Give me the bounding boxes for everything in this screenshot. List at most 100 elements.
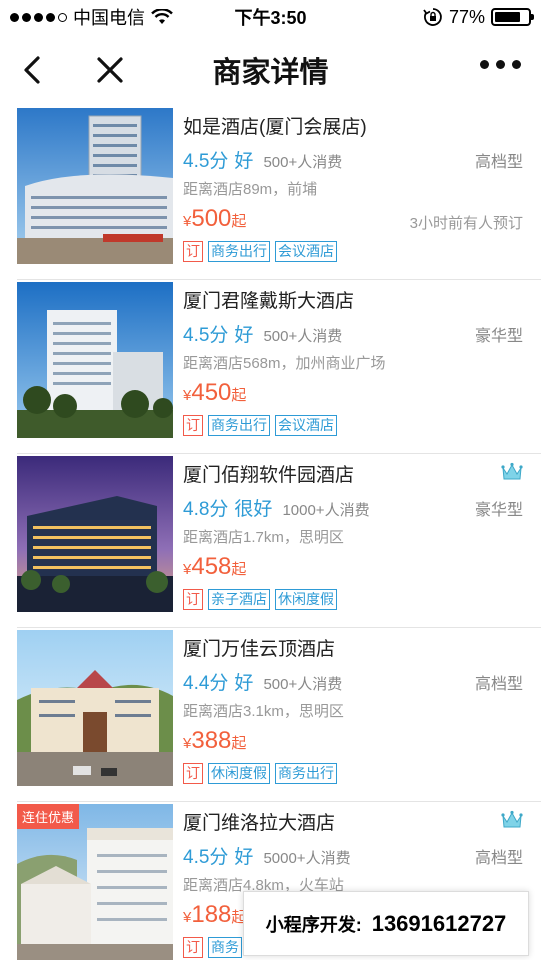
hotel-photo (17, 108, 173, 264)
developer-phone: 13691612727 (371, 910, 507, 936)
nav-bar: 商家详情 (0, 34, 541, 106)
hotel-list-item[interactable]: 厦门佰翔软件园酒店 4.8分 很好 1000+人消费 豪华型 距离酒店1.7km… (17, 454, 541, 628)
hotel-grade: 很好 (234, 499, 273, 520)
tag: 商务出行 (275, 763, 337, 784)
hotel-score: 4.8分 (183, 499, 229, 520)
hotel-price: ¥ 188 起 (183, 901, 246, 929)
hotel-name: 厦门万佳云顶酒店 (183, 639, 336, 660)
price-currency: ¥ (183, 213, 192, 230)
tag: 商务出行 (208, 415, 270, 436)
crown-icon (501, 462, 523, 480)
tag: 会议酒店 (275, 415, 337, 436)
recent-booking-note: 3小时前有人预订 (409, 215, 523, 232)
hotel-score: 4.4分 (183, 673, 229, 694)
more-dot-icon (496, 60, 505, 69)
hotel-tags: 订 商务出行 会议酒店 (183, 415, 337, 436)
hotel-name: 如是酒店(厦门会展店) (183, 117, 367, 138)
back-button[interactable] (14, 52, 50, 88)
hotel-price: ¥ 500 起 (183, 205, 246, 233)
close-icon (97, 57, 123, 83)
price-suffix: 起 (231, 213, 247, 230)
hotel-level: 豪华型 (474, 502, 523, 519)
price-currency: ¥ (183, 735, 192, 752)
more-dot-icon (480, 60, 489, 69)
signal-icon (10, 12, 67, 22)
price-currency: ¥ (183, 909, 192, 926)
hotel-score: 4.5分 (183, 151, 229, 172)
hotel-tags: 订 商务 (183, 937, 242, 958)
hotel-score: 4.5分 (183, 325, 229, 346)
tag-order: 订 (183, 589, 203, 610)
hotel-name: 厦门君隆戴斯大酒店 (183, 291, 355, 312)
battery-icon (491, 8, 534, 26)
hotel-level: 高档型 (474, 154, 523, 171)
hotel-level: 高档型 (474, 676, 523, 693)
hotel-photo (17, 630, 173, 786)
hotel-consumption: 500+人消费 (263, 676, 343, 693)
more-button[interactable] (480, 60, 521, 69)
hotel-distance: 距离酒店89m，前埔 (183, 181, 318, 198)
hotel-list-item[interactable]: 厦门君隆戴斯大酒店 4.5分 好 500+人消费 豪华型 距离酒店568m，加州… (17, 280, 541, 454)
tag: 商务 (208, 937, 242, 958)
hotel-price: ¥ 388 起 (183, 727, 246, 755)
developer-contact-box: 小程序开发: 13691612727 (243, 891, 529, 956)
hotel-photo (17, 282, 173, 438)
price-currency: ¥ (183, 561, 192, 578)
hotel-price: ¥ 458 起 (183, 553, 246, 581)
battery-percent: 77% (448, 6, 485, 27)
tag: 休闲度假 (208, 763, 270, 784)
carrier-label: 中国电信 (73, 8, 145, 28)
tag: 商务出行 (208, 241, 270, 262)
price-suffix: 起 (231, 735, 247, 752)
developer-label: 小程序开发: (265, 914, 362, 935)
tag: 亲子酒店 (208, 589, 270, 610)
tag: 会议酒店 (275, 241, 337, 262)
hotel-name: 厦门维洛拉大酒店 (183, 813, 336, 834)
hotel-list-item[interactable]: 如是酒店(厦门会展店) 4.5分 好 500+人消费 高档型 距离酒店89m，前… (17, 106, 541, 280)
status-bar: 中国电信 下午3:50 77% (0, 0, 541, 34)
rotation-lock-icon (423, 8, 442, 26)
hotel-grade: 好 (234, 847, 254, 868)
hotel-photo: 连住优惠 (17, 804, 173, 960)
hotel-consumption: 1000+人消费 (282, 502, 370, 519)
hotel-distance: 距离酒店1.7km，思明区 (183, 529, 344, 546)
tag-order: 订 (183, 937, 203, 958)
hotel-tags: 订 亲子酒店 休闲度假 (183, 589, 337, 610)
page-title: 商家详情 (212, 57, 329, 89)
hotel-grade: 好 (234, 325, 254, 346)
tag-order: 订 (183, 763, 203, 784)
hotel-distance: 距离酒店568m，加州商业广场 (183, 355, 386, 372)
hotel-consumption: 5000+人消费 (263, 850, 351, 867)
hotel-price: ¥ 450 起 (183, 379, 246, 407)
tag-order: 订 (183, 241, 203, 262)
wifi-icon (151, 9, 173, 24)
hotel-consumption: 500+人消费 (263, 154, 343, 171)
hotel-list: 如是酒店(厦门会展店) 4.5分 好 500+人消费 高档型 距离酒店89m，前… (0, 106, 541, 960)
crown-icon (501, 810, 523, 828)
more-dot-icon (512, 60, 521, 69)
price-value: 458 (191, 553, 232, 580)
price-value: 188 (191, 901, 232, 928)
hotel-grade: 好 (234, 673, 254, 694)
hotel-photo (17, 456, 173, 612)
price-suffix: 起 (231, 561, 247, 578)
hotel-name: 厦门佰翔软件园酒店 (183, 465, 355, 486)
hotel-list-item[interactable]: 厦门万佳云顶酒店 4.4分 好 500+人消费 高档型 距离酒店3.1km，思明… (17, 628, 541, 802)
hotel-score: 4.5分 (183, 847, 229, 868)
hotel-grade: 好 (234, 151, 254, 172)
hotel-consumption: 500+人消费 (263, 328, 343, 345)
price-value: 450 (191, 379, 232, 406)
price-value: 500 (191, 205, 232, 232)
price-value: 388 (191, 727, 232, 754)
hotel-level: 高档型 (474, 850, 523, 867)
hotel-distance: 距离酒店3.1km，思明区 (183, 703, 344, 720)
hotel-level: 豪华型 (474, 328, 523, 345)
hotel-tags: 订 休闲度假 商务出行 (183, 763, 337, 784)
price-suffix: 起 (231, 387, 247, 404)
hotel-tags: 订 商务出行 会议酒店 (183, 241, 337, 262)
close-button[interactable] (92, 52, 128, 88)
price-currency: ¥ (183, 387, 192, 404)
chevron-left-icon (24, 56, 40, 84)
tag: 休闲度假 (275, 589, 337, 610)
promo-badge: 连住优惠 (17, 804, 80, 829)
